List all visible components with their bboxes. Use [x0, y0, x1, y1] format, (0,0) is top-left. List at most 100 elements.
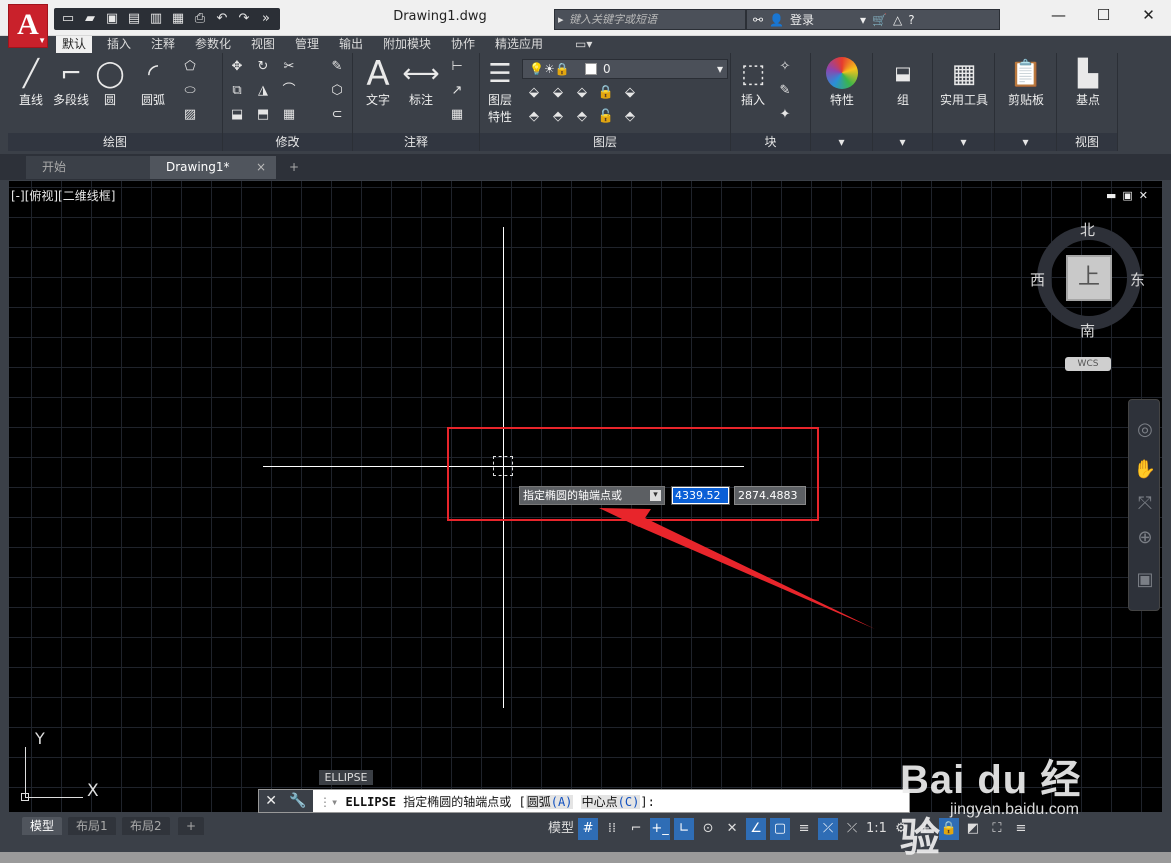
scale-icon[interactable]: ⬒ — [253, 105, 273, 125]
tab-featured-apps[interactable]: 精选应用 — [495, 36, 543, 53]
move-icon[interactable]: ✥ — [227, 57, 247, 77]
wcs-menu[interactable]: WCS — [1065, 357, 1111, 371]
panel-block-title[interactable]: 块 — [731, 133, 810, 151]
create-block-icon[interactable]: ✧ — [775, 57, 795, 77]
tab-default[interactable]: 默认 — [56, 36, 93, 53]
layer-dropdown[interactable]: 💡☀🔒 0 ▾ — [522, 59, 728, 79]
pan-icon[interactable]: ✋ — [1133, 458, 1157, 482]
isodraft-icon[interactable]: ✕ — [722, 818, 742, 840]
model-space-button[interactable]: 模型 — [548, 818, 574, 840]
panel-utilities-expand[interactable]: ▾ — [933, 133, 994, 151]
text-button[interactable]: A 文字 — [361, 57, 395, 108]
annotation-scale[interactable]: 1:1 — [866, 818, 887, 840]
layer-tool-icon-7[interactable]: ⬘ — [572, 107, 592, 127]
circle-button[interactable]: ◯ 圆 — [94, 57, 126, 108]
polar-icon[interactable]: ⊙ — [698, 818, 718, 840]
cart-icon[interactable]: 🛒 — [872, 13, 887, 27]
viewport-controls-label[interactable]: [-][俯视][二维线框] — [11, 187, 115, 204]
group-button[interactable]: ⬓ 组 — [879, 57, 927, 108]
infer-icon[interactable]: ⌐ — [626, 818, 646, 840]
redo-icon[interactable]: ↷ — [234, 10, 254, 28]
line-button[interactable]: ╱ 直线 — [14, 57, 48, 108]
layer-lock-icon[interactable]: 🔒 — [596, 83, 616, 103]
steering-wheel-icon[interactable]: ◎ — [1133, 418, 1157, 442]
compass-south[interactable]: 南 — [1080, 320, 1095, 341]
layer-tool-icon-1[interactable]: ⬙ — [524, 83, 544, 103]
layer-tool-icon-5[interactable]: ⬘ — [524, 107, 544, 127]
command-line[interactable]: ✕ 🔧 ⋮▾ ELLIPSE 指定椭圆的轴端点或 [圆弧(A) 中心点(C)]: — [258, 789, 910, 813]
binoculars-icon[interactable]: ⚯ — [753, 13, 763, 27]
panel-properties-expand[interactable]: ▾ — [811, 133, 872, 151]
panel-draw-title[interactable]: 绘图 — [8, 133, 222, 151]
layer-properties-button[interactable]: ☰ 图层 特性 — [482, 57, 518, 125]
hatch-icon[interactable]: ▨ — [180, 105, 200, 125]
annotation-visibility-icon[interactable]: ⤫ — [818, 818, 839, 840]
undo-icon[interactable]: ↶ — [212, 10, 232, 28]
layer-tool-icon-8[interactable]: ⬘ — [620, 107, 640, 127]
orbit-icon[interactable]: ⊕ — [1133, 526, 1157, 550]
maximize-button[interactable]: ☐ — [1081, 0, 1126, 30]
grid-icon[interactable]: # — [578, 818, 599, 840]
erase-icon[interactable]: ✎ — [327, 57, 347, 77]
a360-icon[interactable]: △ — [893, 13, 902, 27]
tab-annotate[interactable]: 注释 — [151, 36, 175, 53]
drawing-viewport[interactable]: [-][俯视][二维线框] ▬▣✕ 指定椭圆的轴端点或 ▾ 4339.52 28… — [9, 181, 1162, 812]
object-snap-icon[interactable]: ▢ — [770, 818, 791, 840]
lineweight-icon[interactable]: ≡ — [794, 818, 814, 840]
rotate-icon[interactable]: ↻ — [253, 57, 273, 77]
tab-view[interactable]: 视图 — [251, 36, 275, 53]
layout-tab-layout1[interactable]: 布局1 — [68, 817, 116, 835]
ortho-icon[interactable]: ∟ — [674, 818, 695, 840]
tab-manage[interactable]: 管理 — [295, 36, 319, 53]
panel-modify-title[interactable]: 修改 — [223, 133, 352, 151]
layer-tool-icon-6[interactable]: ⬘ — [548, 107, 568, 127]
share-icon[interactable]: ▦ — [168, 10, 188, 28]
panel-view-title[interactable]: 视图 — [1057, 133, 1117, 151]
fillet-icon[interactable]: ⌒ — [279, 81, 299, 101]
compass-east[interactable]: 东 — [1130, 269, 1145, 290]
showmotion-icon[interactable]: ▣ — [1133, 568, 1157, 592]
open-icon[interactable]: ▰ — [80, 10, 100, 28]
mirror-icon[interactable]: ◮ — [253, 81, 273, 101]
minimize-button[interactable]: — — [1036, 0, 1081, 30]
insert-button[interactable]: ⬚ 插入 — [735, 57, 771, 108]
base-view-button[interactable]: ▙ 基点 — [1063, 57, 1113, 108]
polygon-icon[interactable]: ⬠ — [180, 57, 200, 77]
block-attr-icon[interactable]: ✦ — [775, 105, 795, 125]
coordinate-y-input[interactable]: 2874.4883 — [734, 486, 806, 505]
dropdown-icon[interactable]: ▾ — [860, 13, 866, 27]
array-icon[interactable]: ▦ — [279, 105, 299, 125]
object-snap-tracking-icon[interactable]: ∠ — [746, 818, 767, 840]
add-layout-button[interactable]: + — [178, 817, 205, 835]
options-dropdown-icon[interactable]: ▾ — [650, 490, 661, 501]
polyline-button[interactable]: ⌐ 多段线 — [50, 57, 92, 108]
close-icon[interactable]: × — [256, 156, 266, 179]
tab-extra-icon[interactable]: ▭▾ — [575, 36, 592, 53]
search-input[interactable]: 键入关键字或短语 — [554, 9, 746, 30]
trim-icon[interactable]: ✂ — [279, 57, 299, 77]
save-as-icon[interactable]: ▤ — [124, 10, 144, 28]
tab-parametric[interactable]: 参数化 — [195, 36, 231, 53]
layer-unlock-icon[interactable]: 🔓 — [596, 107, 616, 127]
dynamic-input-icon[interactable]: +_ — [650, 818, 671, 840]
tab-addins[interactable]: 附加模块 — [383, 36, 431, 53]
file-tab-drawing1[interactable]: Drawing1* × — [150, 156, 276, 179]
print-icon[interactable]: ⎙ — [190, 10, 210, 28]
dimension-button[interactable]: ⟷ 标注 — [401, 57, 441, 108]
command-close-icon[interactable]: ✕ — [265, 793, 277, 809]
compass-north[interactable]: 北 — [1080, 219, 1095, 240]
option-arc[interactable]: 圆弧(A) — [525, 795, 574, 809]
utilities-button[interactable]: ▦ 实用工具 — [935, 57, 993, 108]
panel-annotation-title[interactable]: 注释 — [353, 133, 479, 151]
viewport-window-controls[interactable]: ▬▣✕ — [1106, 189, 1154, 202]
linear-dim-icon[interactable]: ⊢ — [447, 57, 467, 77]
panel-clipboard-expand[interactable]: ▾ — [995, 133, 1056, 151]
layout-tab-model[interactable]: 模型 — [22, 817, 63, 835]
application-menu-button[interactable]: A ▼ — [8, 4, 48, 48]
arc-button[interactable]: ◜ 圆弧 — [132, 57, 174, 108]
auto-scale-icon[interactable]: ⤫ — [842, 818, 862, 840]
snap-icon[interactable]: ⁞⁞ — [602, 818, 622, 840]
layer-tool-icon-2[interactable]: ⬙ — [548, 83, 568, 103]
table-icon[interactable]: ▦ — [447, 105, 467, 125]
wrench-icon[interactable]: 🔧 — [289, 793, 306, 809]
